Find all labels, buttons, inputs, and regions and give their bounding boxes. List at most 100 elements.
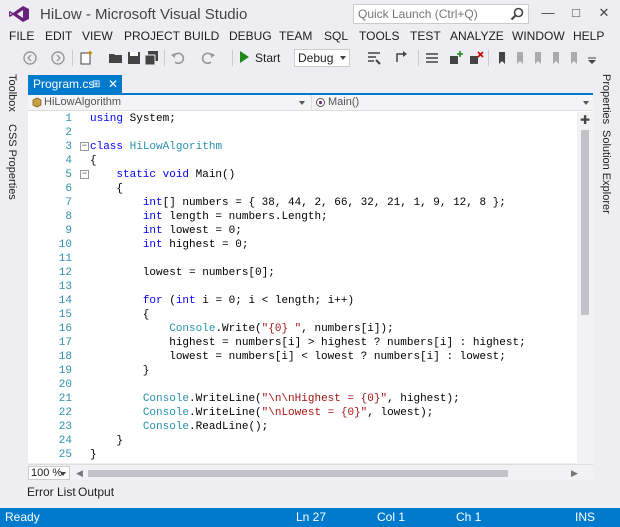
menu-file[interactable]: FILE [9,28,34,44]
keyword-token: int [142,211,163,223]
code-token: { [90,309,150,321]
menu-test[interactable]: TEST [410,28,441,44]
save-all-icon[interactable] [144,50,160,66]
vertical-scrollbar[interactable]: ✚ [577,112,593,464]
menu-help[interactable]: HELP [573,28,604,44]
code-line[interactable]: 25} [28,448,593,462]
previous-bookmark-icon[interactable] [512,50,528,66]
scroll-right-icon[interactable]: ▶ [571,468,578,479]
code-line[interactable]: 9 int lowest = 0; [28,224,593,238]
string-token: "\n\nHighest = {0}" [261,393,388,405]
code-line[interactable]: 14 for (int i = 0; i < length; i++) [28,294,593,308]
maximize-button[interactable]: □ [566,4,586,22]
toolbar-separator [418,50,419,66]
scroll-left-icon[interactable]: ◀ [76,468,83,479]
code-line[interactable]: 16 Console.Write("{0} ", numbers[i]); [28,322,593,336]
code-line[interactable]: 13 [28,280,593,294]
close-tab-icon[interactable]: ✕ [108,75,118,94]
menu-edit[interactable]: EDIT [45,28,72,44]
code-line[interactable]: 21 Console.WriteLine("\n\nHighest = {0}"… [28,392,593,406]
toggle-comment-icon[interactable] [424,50,440,66]
line-number: 1 [65,113,72,125]
undo-icon[interactable] [170,50,186,66]
close-window-button[interactable]: ✕ [594,4,614,22]
quick-launch-input[interactable] [354,5,504,23]
split-editor-icon[interactable]: ✚ [579,114,591,126]
code-line[interactable]: 23 Console.ReadLine(); [28,420,593,434]
code-line[interactable]: 19 } [28,364,593,378]
code-line[interactable]: 22 Console.WriteLine("\nLowest = {0}", l… [28,406,593,420]
back-icon[interactable] [22,50,38,66]
code-token: } [90,449,97,461]
code-line[interactable]: 11 [28,252,593,266]
collapse-outline-icon[interactable]: − [80,142,89,151]
line-number: 25 [58,449,72,461]
redo-icon[interactable] [200,50,216,66]
menu-window[interactable]: WINDOW [512,28,565,44]
code-line[interactable]: 7 int[] numbers = { 38, 44, 2, 66, 32, 2… [28,196,593,210]
code-line[interactable]: 2 [28,126,593,140]
code-line[interactable]: 15 { [28,308,593,322]
menu-analyze[interactable]: ANALYZE [450,28,504,44]
new-project-icon[interactable] [78,50,94,66]
vertical-scroll-thumb[interactable] [581,130,589,315]
pin-icon[interactable]: ⊞ [92,75,100,94]
horizontal-scroll-thumb[interactable] [88,470,508,477]
code-line[interactable]: 10 int highest = 0; [28,238,593,252]
code-line[interactable]: 8 int length = numbers.Length; [28,210,593,224]
line-number: 2 [65,127,72,139]
class-icon [32,97,42,108]
forward-icon[interactable] [50,50,66,66]
code-line[interactable]: 1 using System; [28,112,593,126]
find-in-files-icon[interactable] [366,50,382,66]
code-line[interactable]: 6 { [28,182,593,196]
next-bookmark-icon[interactable] [530,50,546,66]
menu-build[interactable]: BUILD [184,28,219,44]
menu-project[interactable]: PROJECT [124,28,180,44]
code-token: highest = numbers[i] > highest ? numbers… [90,337,526,349]
bookmark-icon[interactable] [494,50,510,66]
collapse-outline-icon[interactable]: − [80,170,89,179]
code-line[interactable]: 17 highest = numbers[i] > highest ? numb… [28,336,593,350]
menu-debug[interactable]: DEBUG [229,28,272,44]
open-file-icon[interactable] [108,50,124,66]
member-selector-dropdown[interactable]: Main() [311,95,593,110]
toolbar-options-icon[interactable] [584,50,600,66]
save-icon[interactable] [126,50,142,66]
code-line[interactable]: 5− static void Main() [28,168,593,182]
step-icon[interactable] [394,50,410,66]
toolbox-tab[interactable]: Toolbox [6,74,18,112]
start-debugging-button[interactable]: Start [240,49,280,67]
code-token: .WriteLine( [189,393,262,405]
solution-configuration-select[interactable]: Debug [294,49,350,67]
code-line[interactable]: 4{ [28,154,593,168]
type-selector-dropdown[interactable]: HiLowAlgorithm [28,95,309,110]
code-line[interactable]: 24 } [28,434,593,448]
clear-bookmarks-icon[interactable] [548,50,564,66]
menu-view[interactable]: VIEW [82,28,113,44]
add-bookmark-icon[interactable] [448,50,464,66]
css-properties-tab[interactable]: CSS Properties [6,124,18,200]
bookmark-folder-icon[interactable] [566,50,582,66]
menu-sql[interactable]: SQL [324,28,348,44]
code-line[interactable]: 3− class HiLowAlgorithm [28,140,593,154]
keyword-token: int [142,239,163,251]
tab-output[interactable]: Output [78,485,114,499]
line-number: 21 [58,393,72,405]
menu-team[interactable]: TEAM [279,28,312,44]
tab-error-list[interactable]: Error List [27,485,76,499]
code-line[interactable]: 12 lowest = numbers[0]; [28,266,593,280]
minimize-button[interactable]: — [538,4,558,22]
properties-tab[interactable]: Properties [600,74,612,124]
code-line[interactable]: 18 lowest = numbers[i] < lowest ? number… [28,350,593,364]
zoom-select[interactable]: 100 % [28,466,70,480]
remove-bookmark-icon[interactable] [468,50,484,66]
line-number: 9 [65,225,72,237]
code-editor[interactable]: 1 using System; 2 3− class HiLowAlgorithm 4{5… [28,111,593,463]
code-line[interactable]: 20 [28,378,593,392]
quick-launch-box[interactable] [353,4,529,24]
tab-program-cs[interactable]: Program.cs ⊞ ✕ [28,75,122,94]
solution-explorer-tab[interactable]: Solution Explorer [600,130,612,214]
menu-tools[interactable]: TOOLS [359,28,399,44]
